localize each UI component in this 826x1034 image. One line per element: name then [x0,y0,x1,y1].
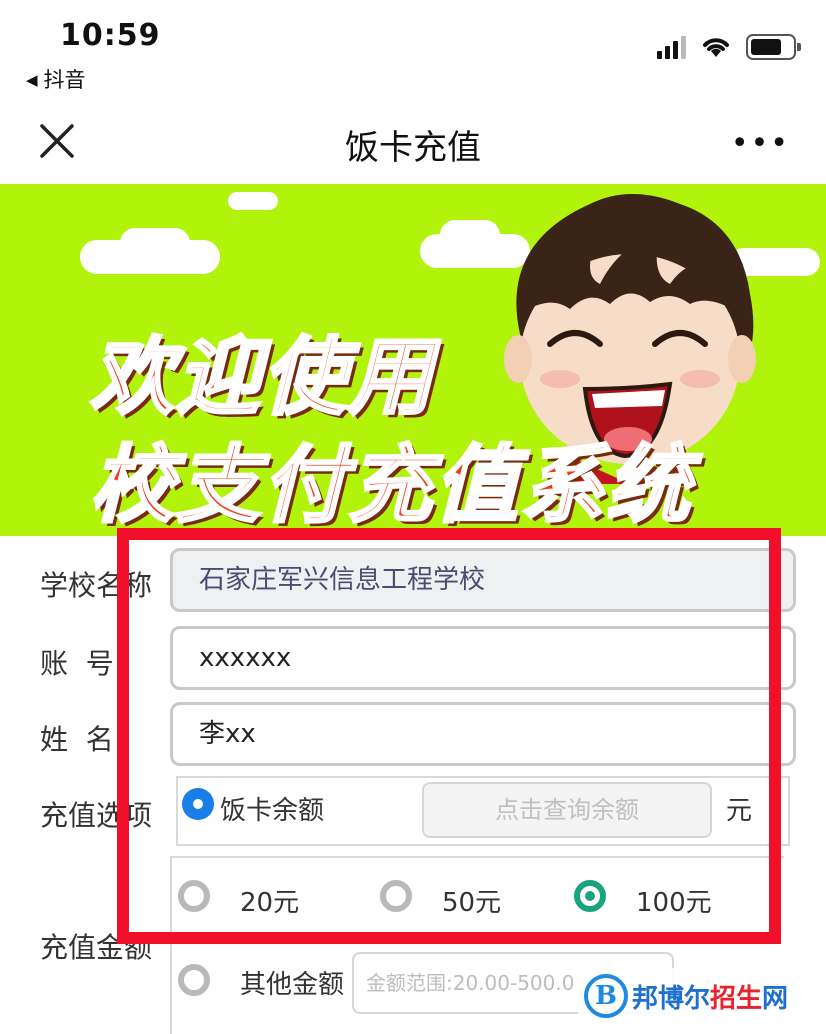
cloud-decoration [228,192,278,210]
banner-headline: 欢迎使用 [88,327,435,428]
school-field: 石家庄军兴信息工程学校 [170,548,796,612]
cellular-signal-icon [657,35,686,59]
nav-bar: 饭卡充值 ••• [0,100,826,184]
other-amount-radio[interactable] [178,964,210,996]
watermark-logo-icon: B [584,974,628,1018]
banner-subheadline: 校支付充值系统 [88,435,693,536]
back-app-label: 抖音 [43,68,86,92]
amount-50-label: 50元 [442,888,502,918]
account-label: 账 号 [40,647,114,680]
amount-50-radio[interactable] [380,880,412,912]
cloud-decoration [120,228,190,258]
card-balance-radio[interactable] [182,788,214,820]
status-icons [657,34,801,60]
school-label: 学校名称 [40,569,153,602]
wifi-icon [703,38,729,57]
back-triangle-icon: ◀ [26,71,38,89]
amount-100-label: 100元 [636,888,712,918]
more-options-icon[interactable]: ••• [731,126,790,161]
recharge-amount-label: 充值金额 [40,931,153,964]
card-balance-label: 饭卡余额 [220,796,325,826]
battery-icon [746,34,801,60]
recharge-option-label: 充值选项 [40,799,153,832]
account-field[interactable]: xxxxxx [170,626,796,690]
clock: 10:59 [60,18,161,53]
site-watermark: B 邦博尔招生网 [578,968,795,1024]
amount-20-label: 20元 [240,888,300,918]
currency-unit: 元 [726,796,753,826]
watermark-text: 邦博尔招生网 [632,983,789,1014]
welcome-banner: 欢迎使用 校支付充值系统 [0,184,826,536]
name-field[interactable]: 李xx [170,702,796,766]
amount-100-radio[interactable] [574,880,606,912]
query-balance-button[interactable]: 点击查询余额 [422,782,712,838]
amount-20-radio[interactable] [178,880,210,912]
status-bar: 10:59 ◀ 抖音 [0,0,826,100]
other-amount-label: 其他金额 [240,970,345,1000]
page-title: 饭卡充值 [345,128,481,168]
back-to-app-link[interactable]: ◀ 抖音 [26,64,86,94]
name-label: 姓 名 [40,723,114,756]
